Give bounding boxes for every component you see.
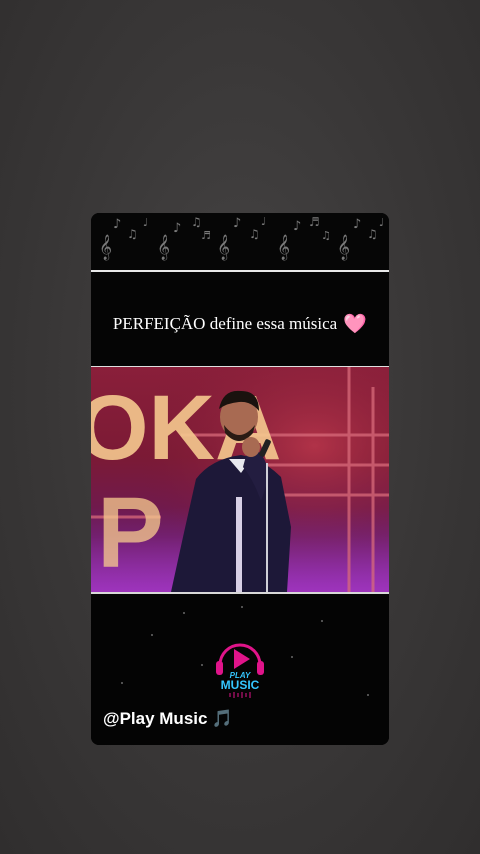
music-note-icon: ♩	[379, 216, 385, 229]
sparkle	[183, 612, 185, 614]
music-notes-banner: 𝄞 ♪ ♫ ♩ 𝄞 ♪ ♫ ♬ 𝄞 ♪ ♫ ♩ 𝄞 ♪ ♬ ♫ 𝄞 ♪ ♫ ♩	[91, 213, 389, 270]
sparkle	[241, 606, 243, 608]
treble-clef-icon: 𝄞	[157, 235, 171, 260]
sparkle	[201, 664, 203, 666]
story-caption: PERFEIÇÃO define essa música 🩷	[91, 312, 389, 335]
music-note-icon: ♫	[249, 227, 260, 241]
music-note-icon: ♫	[127, 227, 138, 241]
logo-text-music: MUSIC	[221, 678, 260, 692]
music-note-icon: ♪	[173, 221, 182, 236]
treble-clef-icon: 𝄞	[217, 235, 231, 260]
branding-area: PLAY MUSIC @Play Music 🎵	[91, 594, 389, 745]
sparkle	[367, 694, 369, 696]
sparkle	[151, 634, 153, 636]
music-note-icon: ♬	[309, 215, 320, 229]
music-note-icon: ♪	[113, 217, 122, 232]
handle-text: @Play Music	[103, 709, 208, 728]
music-note-icon: ♬	[201, 229, 211, 242]
treble-clef-icon: 𝄞	[337, 235, 351, 260]
performance-video[interactable]: OKA P	[91, 367, 389, 592]
music-note-icon: ♩	[261, 215, 267, 228]
sparkle	[121, 682, 123, 684]
music-note-icon: ♫	[321, 229, 331, 242]
stage-letters-bottom: P	[97, 477, 164, 589]
logo-equalizer	[229, 692, 251, 698]
music-note-icon: ♫	[191, 215, 202, 229]
sparkle	[291, 656, 293, 658]
play-music-logo: PLAY MUSIC	[216, 643, 264, 698]
treble-clef-icon: 𝄞	[277, 235, 291, 260]
music-note-icon: 🎵	[211, 709, 233, 729]
treble-clef-icon: 𝄞	[99, 235, 113, 260]
music-note-icon: ♩	[143, 216, 149, 229]
music-note-icon: ♪	[353, 217, 362, 232]
caption-text: PERFEIÇÃO define essa música	[112, 314, 338, 333]
account-handle[interactable]: @Play Music 🎵	[103, 709, 233, 729]
music-note-icon: ♪	[233, 216, 242, 231]
music-note-icon: ♪	[293, 219, 302, 234]
heart-icon: 🩷	[343, 313, 368, 335]
story-card[interactable]: 𝄞 ♪ ♫ ♩ 𝄞 ♪ ♫ ♬ 𝄞 ♪ ♫ ♩ 𝄞 ♪ ♬ ♫ 𝄞 ♪ ♫ ♩ …	[91, 213, 389, 745]
caption-area: PERFEIÇÃO define essa música 🩷	[91, 272, 389, 366]
sparkle	[321, 620, 323, 622]
video-frame: OKA P	[91, 367, 389, 592]
music-note-icon: ♫	[367, 227, 378, 241]
